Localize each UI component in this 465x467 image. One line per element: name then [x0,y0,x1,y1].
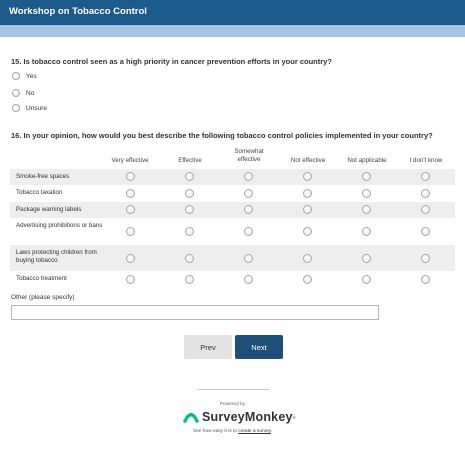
matrix-row-smoke-free: Smoke-free spaces [10,169,455,185]
question-16-title: 16. In your opinion, how would you best … [11,131,433,140]
radio-button[interactable] [12,89,20,97]
matrix-row-treatment: Tobacco treatment [10,271,455,288]
radio-button[interactable] [362,254,371,263]
radio-button[interactable] [244,172,253,181]
radio-button[interactable] [362,275,371,284]
row-label: Laws protecting children from buying tob… [16,249,97,264]
radio-button[interactable] [12,72,20,80]
row-label: Tobacco treatment [16,275,67,282]
radio-button[interactable] [126,227,135,236]
trademark-symbol: ® [292,414,296,420]
radio-button[interactable] [126,189,135,198]
footer-divider [197,389,270,390]
radio-button[interactable] [421,172,430,181]
q15-option-yes[interactable]: Yes [12,70,37,82]
radio-button[interactable] [185,205,194,214]
create-survey-link[interactable]: create a survey [238,429,270,434]
matrix-row-taxation: Tobacco taxation [10,185,455,202]
radio-button[interactable] [362,189,371,198]
surveymonkey-logo[interactable]: SurveyMonkey ® [183,408,296,426]
radio-button[interactable] [303,275,312,284]
next-button[interactable]: Next [235,335,283,359]
radio-button[interactable] [244,254,253,263]
row-label: Advertising prohibitions or bans [16,222,103,229]
footer-tagline: See how easy it is to create a survey. [0,429,465,434]
radio-button[interactable] [244,189,253,198]
radio-button[interactable] [185,254,194,263]
other-specify-input[interactable] [11,305,379,320]
row-label: Package warning labels [16,206,82,213]
question-15-title: 15. Is tobacco control seen as a high pr… [11,57,332,66]
radio-button[interactable] [362,227,371,236]
tagline-suffix: . [270,429,273,434]
tagline-prefix: See how easy it is to [192,429,239,434]
radio-button[interactable] [185,275,194,284]
column-header-somewhat-effective-text: Somewhat effective [234,148,264,163]
radio-button[interactable] [303,172,312,181]
survey-header: Workshop on Tobacco Control [0,0,465,25]
option-label: Unsure [26,104,47,112]
radio-button[interactable] [185,172,194,181]
row-label: Smoke-free spaces [16,173,70,180]
surveymonkey-logo-icon [183,412,199,423]
radio-button[interactable] [244,205,253,214]
radio-button[interactable] [362,205,371,214]
surveymonkey-logo-text: SurveyMonkey [202,410,293,424]
prev-button[interactable]: Prev [184,335,232,359]
row-label: Tobacco taxation [16,189,63,196]
radio-button[interactable] [244,227,253,236]
radio-button[interactable] [303,254,312,263]
radio-button[interactable] [421,205,430,214]
option-label: Yes [26,72,37,80]
radio-button[interactable] [126,254,135,263]
matrix-row-children-laws: Laws protecting children from buying tob… [10,245,455,271]
radio-button[interactable] [244,275,253,284]
q15-option-unsure[interactable]: Unsure [12,102,47,114]
radio-button[interactable] [303,189,312,198]
radio-button[interactable] [185,189,194,198]
radio-button[interactable] [12,104,20,112]
survey-title: Workshop on Tobacco Control [9,6,147,17]
radio-button[interactable] [303,227,312,236]
radio-button[interactable] [126,275,135,284]
matrix-row-advertising: Advertising prohibitions or bans [10,218,455,245]
radio-button[interactable] [421,275,430,284]
radio-button[interactable] [421,227,430,236]
radio-button[interactable] [362,172,371,181]
option-label: No [26,89,35,97]
radio-button[interactable] [303,205,312,214]
radio-button[interactable] [185,227,194,236]
other-specify-label: Other (please specify) [11,294,75,301]
q15-option-no[interactable]: No [12,87,34,99]
header-progress-band [0,25,465,37]
radio-button[interactable] [421,189,430,198]
radio-button[interactable] [421,254,430,263]
radio-button[interactable] [126,205,135,214]
matrix-row-warning-labels: Package warning labels [10,202,455,218]
radio-button[interactable] [126,172,135,181]
column-header-dont-know: I don't know [409,157,443,164]
powered-by-text: Powered by [219,402,246,407]
